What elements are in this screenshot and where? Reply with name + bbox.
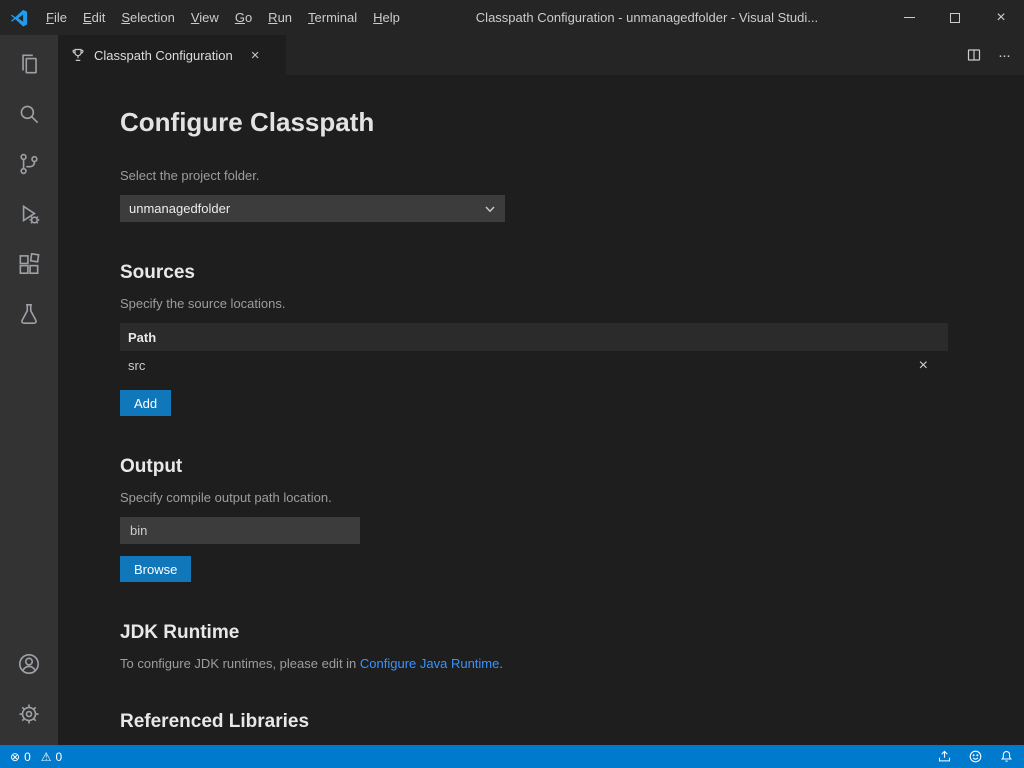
run-debug-icon	[16, 201, 42, 227]
jdk-text-before: To configure JDK runtimes, please edit i…	[120, 656, 360, 671]
status-bar-right	[937, 749, 1014, 764]
minimize-icon	[904, 17, 915, 18]
project-folder-select[interactable]: unmanagedfolder	[120, 195, 505, 222]
jdk-runtime-text: To configure JDK runtimes, please edit i…	[120, 656, 948, 671]
sources-description: Specify the source locations.	[120, 296, 948, 311]
window-controls: ×	[886, 0, 1024, 35]
add-source-button[interactable]: Add	[120, 390, 171, 416]
menu-bar: File Edit Selection View Go Run Terminal…	[38, 0, 408, 35]
remove-source-icon[interactable]: ×	[907, 358, 940, 374]
vscode-logo-icon	[0, 9, 38, 27]
gear-icon	[16, 701, 42, 727]
extensions-icon	[16, 251, 42, 277]
jdk-text-after: .	[499, 656, 503, 671]
activity-explorer[interactable]	[0, 39, 58, 89]
editor-area: Classpath Configuration × ··· Configure …	[58, 35, 1024, 745]
output-heading: Output	[120, 456, 948, 478]
warning-triangle-icon: ⚠	[41, 750, 52, 764]
tab-bar: Classpath Configuration × ···	[58, 35, 1024, 75]
main-area: Classpath Configuration × ··· Configure …	[0, 35, 1024, 745]
menu-terminal[interactable]: Terminal	[300, 0, 365, 35]
sources-table: Path src ×	[120, 323, 948, 380]
jdk-runtime-heading: JDK Runtime	[120, 622, 948, 644]
window-title: Classpath Configuration - unmanagedfolde…	[408, 10, 886, 25]
source-path-row: src ×	[120, 351, 948, 380]
search-icon	[16, 101, 42, 127]
share-icon[interactable]	[937, 749, 952, 764]
error-circle-icon: ⊗	[10, 750, 20, 764]
classpath-configuration-page: Configure Classpath Select the project f…	[58, 75, 1024, 745]
output-description: Specify compile output path location.	[120, 490, 948, 505]
sources-heading: Sources	[120, 262, 948, 284]
feedback-smiley-icon[interactable]	[968, 749, 983, 764]
status-bar-left: ⊗ 0 ⚠ 0	[10, 750, 62, 764]
tab-classpath-configuration[interactable]: Classpath Configuration ×	[58, 35, 286, 75]
activity-testing[interactable]	[0, 289, 58, 339]
warning-count: 0	[56, 750, 63, 764]
activity-accounts[interactable]	[0, 639, 58, 689]
maximize-button[interactable]	[932, 0, 978, 35]
browse-output-button[interactable]: Browse	[120, 556, 191, 582]
account-icon	[16, 651, 42, 677]
activity-run-debug[interactable]	[0, 189, 58, 239]
project-folder-label: Select the project folder.	[120, 168, 948, 183]
problems-indicator[interactable]: ⊗ 0 ⚠ 0	[10, 750, 62, 764]
page-title: Configure Classpath	[120, 107, 948, 138]
minimize-button[interactable]	[886, 0, 932, 35]
menu-selection[interactable]: Selection	[113, 0, 182, 35]
split-editor-icon[interactable]	[966, 47, 982, 63]
testing-flask-icon	[16, 301, 42, 327]
configure-java-runtime-link[interactable]: Configure Java Runtime	[360, 656, 499, 671]
tab-label: Classpath Configuration	[94, 48, 233, 63]
tab-close-icon[interactable]: ×	[251, 48, 260, 63]
source-path-value: src	[128, 358, 145, 373]
menu-file[interactable]: File	[38, 0, 75, 35]
files-icon	[16, 51, 42, 77]
activity-source-control[interactable]	[0, 139, 58, 189]
close-button[interactable]: ×	[978, 0, 1024, 35]
maximize-icon	[950, 13, 960, 23]
menu-go[interactable]: Go	[227, 0, 260, 35]
referenced-libraries-heading: Referenced Libraries	[120, 711, 948, 733]
menu-run[interactable]: Run	[260, 0, 300, 35]
chevron-down-icon	[484, 203, 496, 215]
more-actions-icon[interactable]: ···	[998, 47, 1010, 64]
menu-help[interactable]: Help	[365, 0, 408, 35]
sources-column-header: Path	[120, 323, 948, 351]
error-count: 0	[24, 750, 31, 764]
status-bar: ⊗ 0 ⚠ 0	[0, 745, 1024, 768]
activity-extensions[interactable]	[0, 239, 58, 289]
activity-search[interactable]	[0, 89, 58, 139]
source-control-branch-icon	[16, 151, 42, 177]
classpath-config-icon	[70, 47, 86, 63]
output-path-input[interactable]	[120, 517, 360, 544]
activity-bar	[0, 35, 58, 745]
activity-settings[interactable]	[0, 689, 58, 739]
editor-actions: ···	[952, 35, 1024, 75]
menu-view[interactable]: View	[183, 0, 227, 35]
menu-edit[interactable]: Edit	[75, 0, 113, 35]
notifications-bell-icon[interactable]	[999, 749, 1014, 764]
close-icon: ×	[996, 10, 1005, 26]
project-folder-selected-value: unmanagedfolder	[129, 201, 230, 216]
title-bar: File Edit Selection View Go Run Terminal…	[0, 0, 1024, 35]
